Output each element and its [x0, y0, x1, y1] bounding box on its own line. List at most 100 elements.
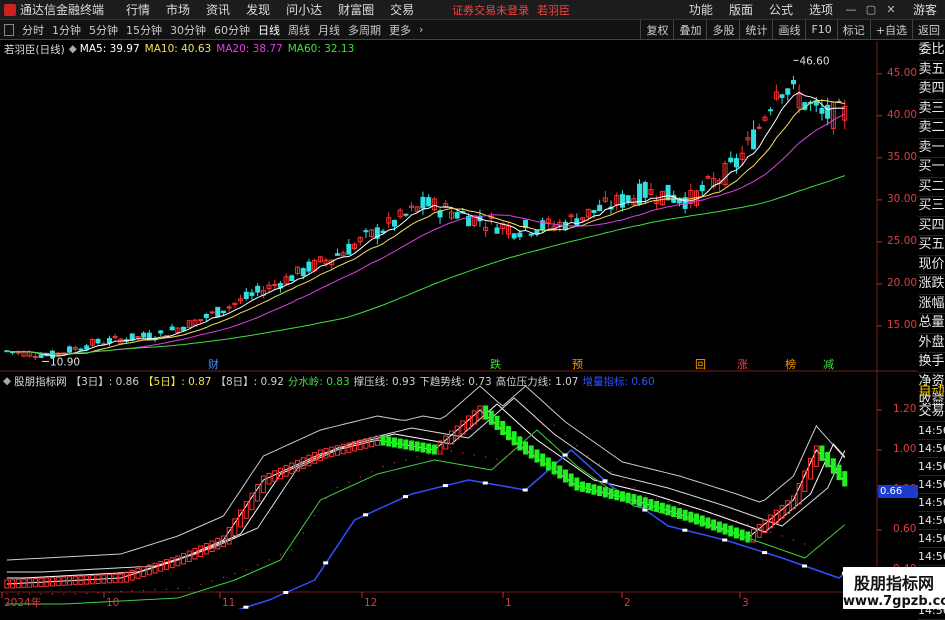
- dotted-support: [439, 450, 441, 453]
- dotted-support: [6, 593, 8, 595]
- side-item-8[interactable]: 买三: [918, 197, 945, 217]
- indicator-candle: [637, 495, 643, 507]
- candle-body: [215, 306, 221, 317]
- indicator-candle: [602, 487, 608, 498]
- candle-body: [203, 313, 209, 319]
- dotted-support: [416, 456, 418, 458]
- dotted-support: [370, 471, 373, 473]
- side-item-4[interactable]: 卖二: [918, 119, 945, 139]
- dotted-support: [553, 424, 555, 426]
- event-marker-4[interactable]: 涨: [737, 358, 748, 371]
- low-price-label: 10.90: [50, 356, 80, 368]
- candle-body: [169, 326, 175, 331]
- candle-body: [255, 285, 261, 293]
- dotted-support: [747, 523, 749, 526]
- event-marker-5[interactable]: 榜: [785, 357, 796, 371]
- side-item-5[interactable]: 卖一: [918, 139, 945, 158]
- dotted-support: [348, 481, 350, 483]
- candle-body: [728, 157, 734, 163]
- side-item-12[interactable]: 涨跌: [918, 275, 945, 295]
- candle-body: [454, 212, 460, 219]
- x-axis-label-0: 2024年: [4, 596, 41, 609]
- candle-body: [334, 253, 340, 256]
- dotted-support: [530, 434, 532, 436]
- dotted-support: [51, 593, 54, 595]
- indicator-candle: [665, 504, 671, 516]
- side-item-1[interactable]: 卖五: [918, 61, 945, 80]
- support-marker: [562, 453, 568, 457]
- main-y-tick-5: 20.00: [887, 276, 918, 289]
- candle-body: [494, 227, 500, 234]
- candle-body: [819, 107, 825, 114]
- event-marker-1[interactable]: 跌: [490, 357, 501, 371]
- main-y-tick-1: 40.00: [887, 108, 918, 121]
- dotted-support: [826, 537, 829, 540]
- side-time-3: 14:56: [918, 476, 945, 494]
- event-marker-6[interactable]: 减: [823, 358, 834, 371]
- dotted-support: [97, 592, 99, 594]
- indicator-candle: [494, 415, 500, 430]
- candle-body: [528, 233, 534, 236]
- side-tab-0[interactable]: 自动: [918, 383, 945, 403]
- indicator-candle: [830, 458, 836, 474]
- candle-body: [209, 311, 215, 314]
- x-axis-label-6: 3: [742, 597, 749, 609]
- side-item-3[interactable]: 卖三: [918, 100, 945, 119]
- candle-body: [391, 219, 397, 227]
- candle-body: [112, 335, 118, 338]
- candle-body: [346, 243, 352, 255]
- candle-body: [220, 310, 226, 314]
- support-marker: [442, 484, 448, 488]
- indicator-candle: [676, 508, 682, 519]
- dotted-support: [655, 498, 658, 500]
- side-item-15[interactable]: 外盘: [918, 334, 945, 353]
- side-item-10[interactable]: 买五: [918, 236, 945, 256]
- dotted-support: [142, 589, 145, 592]
- side-item-16[interactable]: 换手: [918, 353, 945, 373]
- side-item-0[interactable]: 委比: [918, 41, 945, 61]
- indicator-candle: [391, 437, 397, 448]
- side-time-5: 14:56: [918, 512, 945, 530]
- event-marker-0[interactable]: 财: [208, 357, 219, 371]
- candle-body: [790, 80, 796, 85]
- side-item-6[interactable]: 买一: [918, 158, 945, 178]
- candle-body: [181, 326, 187, 331]
- main-y-tick-0: 45.00: [887, 66, 918, 79]
- indicator-candle: [426, 443, 432, 454]
- watermark-title: 股朋指标网: [853, 574, 934, 593]
- dotted-support: [177, 587, 179, 590]
- event-marker-3[interactable]: 回: [695, 358, 706, 371]
- side-tab-1[interactable]: 交易: [918, 403, 945, 422]
- indicator-candle: [460, 420, 466, 435]
- indicator-candle: [688, 511, 694, 523]
- event-marker-2[interactable]: 预: [572, 358, 583, 371]
- dotted-support: [473, 454, 475, 456]
- indicator-candle: [409, 440, 415, 451]
- indicator-candle: [671, 506, 677, 518]
- side-item-11[interactable]: 现价: [918, 256, 945, 275]
- candle-body: [38, 354, 44, 358]
- indicator-candle: [403, 439, 409, 450]
- chart-canvas[interactable]: 46.6010.90 财跌预回涨榜减 2024年 10 11 12 1 2 3: [0, 0, 918, 609]
- ma-line-5: [6, 91, 845, 357]
- indicator-candle: [505, 426, 511, 441]
- side-item-7[interactable]: 买二: [918, 178, 945, 197]
- indicator-candle: [659, 502, 665, 514]
- indicator-candle: [574, 477, 580, 491]
- candle-body: [768, 109, 774, 112]
- side-item-14[interactable]: 总量: [918, 314, 945, 334]
- indicator-candle: [836, 464, 842, 481]
- support-marker: [522, 488, 528, 492]
- indicator-candle: [722, 523, 728, 535]
- side-item-2[interactable]: 卖四: [918, 80, 945, 100]
- indicator-candle: [380, 435, 386, 446]
- dotted-support: [325, 497, 327, 500]
- dotted-support: [633, 487, 635, 489]
- indicator-candle: [466, 415, 472, 430]
- candle-body: [272, 283, 278, 286]
- dotted-support: [336, 486, 339, 489]
- dotted-support: [644, 495, 646, 497]
- watermark-url: www.7gpzb.com: [843, 594, 945, 609]
- side-item-9[interactable]: 买四: [918, 217, 945, 236]
- side-item-13[interactable]: 涨幅: [918, 295, 945, 314]
